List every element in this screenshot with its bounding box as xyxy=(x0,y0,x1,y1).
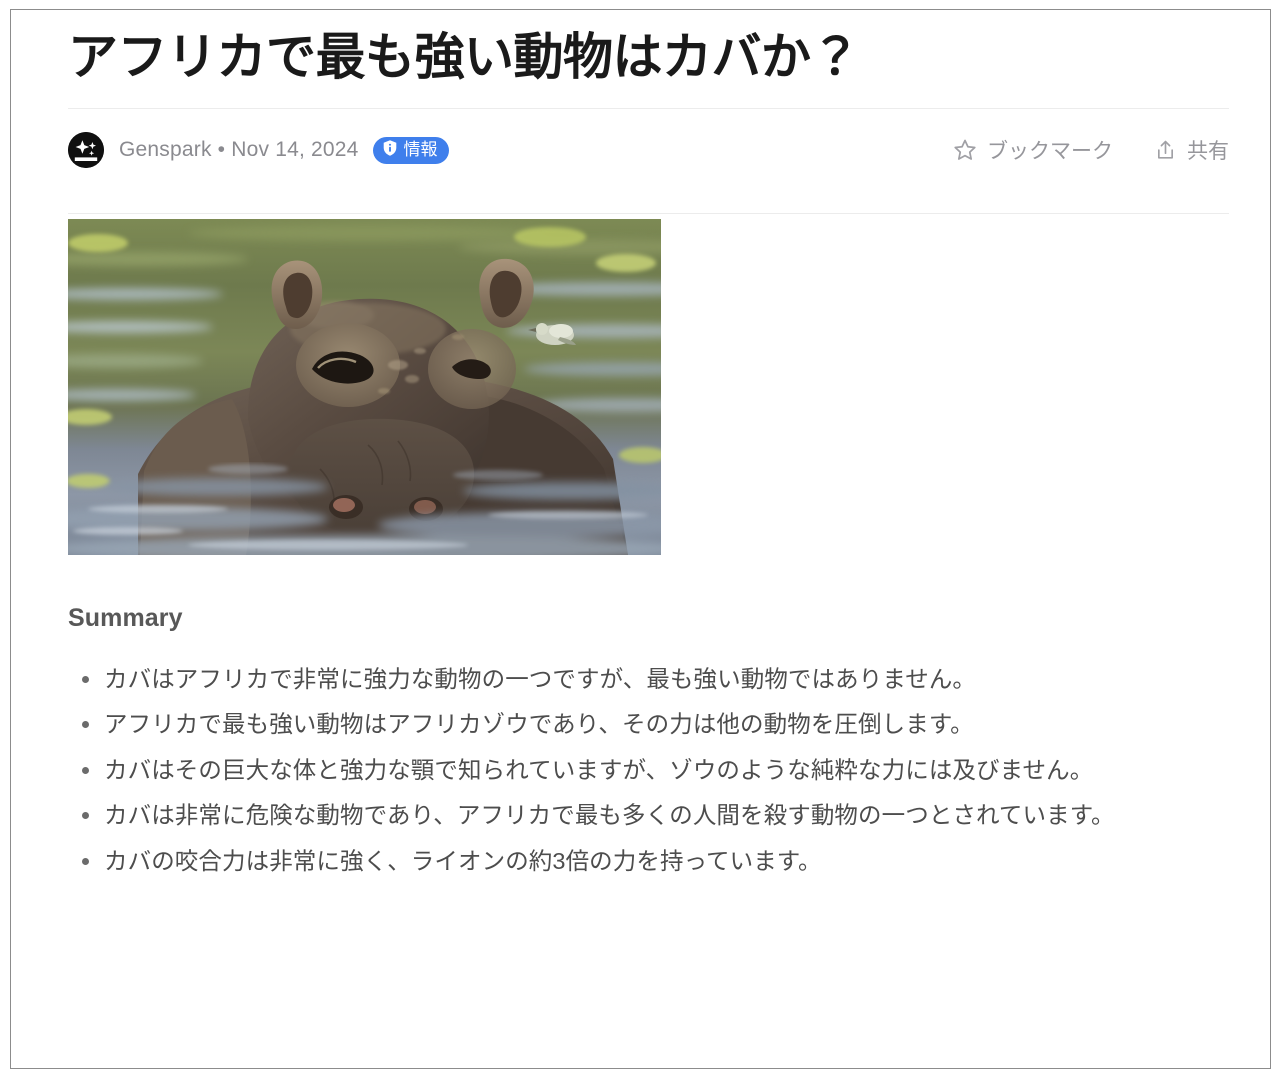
meta-byline: Genspark • Nov 14, 2024 xyxy=(119,138,359,162)
list-item: カバはアフリカで非常に強力な動物の一つですが、最も強い動物ではありません。 xyxy=(68,659,1198,699)
author-name: Genspark xyxy=(119,138,212,161)
list-item: カバの咬合力は非常に強く、ライオンの約3倍の力を持っています。 xyxy=(68,841,1198,881)
shield-info-icon xyxy=(381,139,399,160)
summary-bullet-list: カバはアフリカで非常に強力な動物の一つですが、最も強い動物ではありません。 アフ… xyxy=(68,659,1198,881)
share-upload-icon xyxy=(1153,138,1178,163)
page-title: アフリカで最も強い動物はカバか？ xyxy=(68,29,861,85)
meta-left-group: Genspark • Nov 14, 2024 情報 xyxy=(68,132,449,168)
publish-date: Nov 14, 2024 xyxy=(231,138,359,161)
share-label: 共有 xyxy=(1187,140,1229,163)
bookmark-button[interactable]: ブックマーク xyxy=(952,135,1113,165)
meta-separator: • xyxy=(217,138,226,161)
article-meta-row: Genspark • Nov 14, 2024 情報 ブックマーク 共有 xyxy=(68,109,1229,191)
meta-divider xyxy=(68,213,1229,214)
meta-actions-group: ブックマーク 共有 xyxy=(952,135,1229,165)
article-content: アフリカで最も強い動物はカバか？ Genspark•Nov 14, 2024 xyxy=(68,10,1230,886)
list-item: アフリカで最も強い動物はアフリカゾウであり、その力は他の動物を圧倒します。 xyxy=(68,704,1198,744)
list-item: カバはその巨大な体と強力な顎で知られていますが、ゾウのような純粋な力には及びませ… xyxy=(68,750,1198,790)
bookmark-label: ブックマーク xyxy=(987,140,1113,163)
genspark-sparkle-logo-icon xyxy=(68,132,104,168)
article-page-frame: アフリカで最も強い動物はカバか？ Genspark•Nov 14, 2024 xyxy=(10,9,1271,1069)
summary-heading: Summary xyxy=(68,604,183,632)
star-outline-icon xyxy=(952,137,978,163)
status-badge[interactable]: 情報 xyxy=(372,136,449,164)
list-item: カバは非常に危険な動物であり、アフリカで最も多くの人間を殺す動物の一つとされてい… xyxy=(68,795,1198,835)
status-badge-label: 情報 xyxy=(403,140,438,159)
hippopotamus-in-water-photo-image xyxy=(68,219,661,555)
share-button[interactable]: 共有 xyxy=(1153,135,1229,165)
